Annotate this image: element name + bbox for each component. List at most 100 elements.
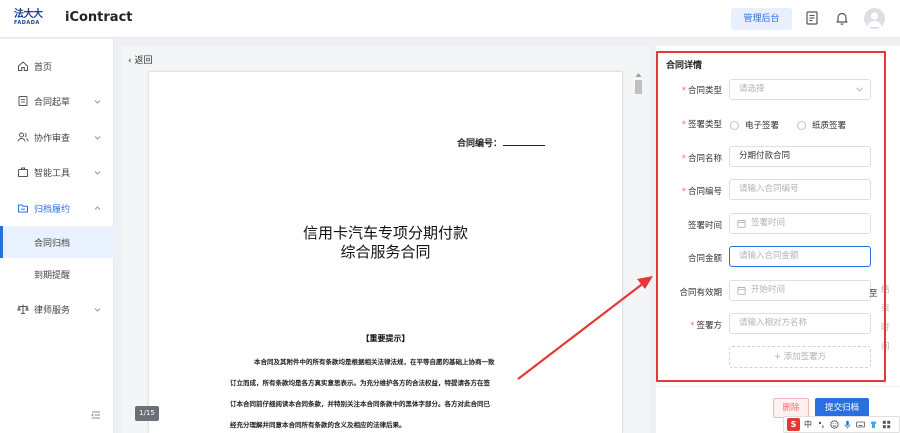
calendar-icon	[737, 287, 746, 295]
sidebar-subitem-label: 到期提醒	[34, 271, 71, 281]
contract-number-line: 合同编号：	[457, 136, 546, 149]
notice-paragraph-line: 经充分理解并同意本合同所有条款的含义及相应的法律后果。	[230, 421, 406, 429]
contract-details-panel: 合同详情 * 合同类型 请选择 * 签署类型 电子签署 纸质签署 * 合同名称 分期付…	[656, 46, 900, 433]
sign-type-paper-radio[interactable]: 纸质签署	[797, 119, 846, 131]
sidebar-item-label: 协作审查	[34, 133, 71, 144]
amount-placeholder: 请输入合同金额	[739, 251, 799, 261]
contract-number-input[interactable]: 请输入合同编号	[729, 179, 871, 200]
logo-cn: 法大大	[14, 9, 43, 20]
radio-circle[interactable]	[730, 120, 739, 130]
chevron-down-icon	[94, 307, 101, 312]
scroll-up-arrow-icon[interactable]	[635, 72, 642, 78]
ime-mode-toggle[interactable]: 中	[804, 419, 812, 430]
chevron-down-icon	[94, 99, 101, 104]
sidebar-item-label: 合同起草	[34, 97, 71, 108]
delete-button[interactable]: 删除	[773, 398, 809, 418]
back-link[interactable]: ‹ 返回	[128, 53, 153, 66]
notice-paragraph-line: 订本合同前仔细阅读本合同条款，并特别关注本合同条款中的黑体字部分。各方对此合同已	[230, 400, 490, 408]
admin-console-button[interactable]: 管理后台	[731, 8, 792, 30]
document-title-line1: 信用卡汽车专项分期付款	[302, 224, 468, 242]
contract-number-label: 合同编号：	[457, 139, 503, 149]
validity-label: 合同有效期	[679, 288, 722, 298]
sidebar-subitem-label: 合同归档	[34, 239, 71, 249]
back-label: 返回	[134, 56, 153, 66]
contract-name-input[interactable]: 分期付款合同	[729, 146, 871, 167]
sidebar-item-label: 律师服务	[34, 305, 71, 316]
add-signer-button[interactable]: + 添加签署方	[729, 346, 871, 368]
sidebar-item-label: 归档履约	[34, 204, 71, 215]
contract-number-field-label: * 合同编号	[681, 187, 722, 197]
sign-time-picker[interactable]: 签署时间	[729, 213, 871, 234]
users-icon	[17, 132, 29, 142]
contract-type-label: * 合同类型	[681, 86, 722, 96]
notice-paragraph-line: 本合同及其附件中的所有条款均是根据相关法律法规，在平等自愿的基础上协商一致	[254, 358, 495, 366]
collapse-sidebar-icon[interactable]	[91, 410, 101, 420]
calendar-icon	[737, 220, 746, 228]
contract-name-value: 分期付款合同	[739, 151, 791, 161]
toolbox-icon[interactable]	[882, 420, 891, 429]
logo-en: FADADA	[14, 20, 40, 26]
validity-separator: 至	[869, 289, 878, 299]
briefcase-icon	[18, 167, 28, 177]
notice-paragraph-line: 订立而成，所有条款均是各方真实意思表示。为充分维护各方的合法权益，特提请各方在签	[230, 379, 490, 387]
page-indicator: 1/15	[135, 406, 159, 421]
contract-type-select[interactable]: 请选择	[729, 79, 871, 100]
sign-type-electronic-radio[interactable]: 电子签署	[730, 119, 779, 131]
sign-type-radio-group: 电子签署 纸质签署	[730, 119, 864, 131]
app-title: iContract	[65, 10, 133, 25]
bell-icon[interactable]	[834, 10, 850, 26]
ime-toolbar: S 中	[783, 416, 900, 433]
scale-icon	[17, 304, 29, 314]
notice-title: 【重要提示】	[361, 334, 410, 343]
skin-icon[interactable]	[869, 420, 878, 429]
signer-input[interactable]: 请输入相对方名称	[729, 313, 871, 334]
punctuation-icon[interactable]	[817, 420, 826, 429]
ime-logo-icon[interactable]: S	[787, 418, 800, 431]
sidebar-item-home[interactable]: 首页	[0, 49, 114, 83]
sidebar-item-archive[interactable]: 归档履约	[0, 191, 114, 225]
home-icon	[18, 61, 28, 71]
fadada-logo[interactable]: 法大大 FADADA	[14, 9, 44, 29]
document-title-line2: 综合服务合同	[340, 243, 431, 261]
sidebar-item-smart-tools[interactable]: 智能工具	[0, 155, 114, 189]
signer-placeholder: 请输入相对方名称	[739, 318, 808, 328]
sidebar-subitem-contract-archive[interactable]: 合同归档	[0, 226, 114, 258]
validity-range-picker[interactable]: 开始时间 至 结束时间	[729, 280, 890, 352]
amount-input[interactable]: 请输入合同金额	[729, 246, 871, 267]
keyboard-icon[interactable]	[856, 420, 865, 429]
chevron-down-icon	[94, 170, 101, 175]
contract-number-placeholder: 请输入合同编号	[739, 184, 799, 194]
emoji-icon[interactable]	[830, 420, 839, 429]
signer-label: * 签署方	[690, 321, 722, 331]
folder-icon	[18, 204, 28, 213]
sidebar: 首页 合同起草 协作审查 智能工具 归档履约 合同归档 到期提醒 律师服务	[0, 39, 114, 433]
document-page: 合同编号： 信用卡汽车专项分期付款 综合服务合同 【重要提示】 本合同及其附件中…	[149, 72, 622, 433]
footer-divider	[656, 386, 900, 387]
submit-archive-button[interactable]: 提交归档	[815, 398, 869, 418]
user-avatar[interactable]	[864, 8, 885, 29]
validity-end-placeholder: 结束时间	[881, 285, 890, 352]
scroll-thumb[interactable]	[635, 80, 642, 94]
contract-type-placeholder: 请选择	[739, 84, 765, 94]
sign-time-placeholder: 签署时间	[751, 218, 786, 228]
sidebar-item-label: 首页	[34, 62, 53, 73]
sidebar-subitem-expiry-reminder[interactable]: 到期提醒	[0, 258, 114, 290]
document-scrollbar[interactable]	[634, 72, 643, 433]
contract-name-label: * 合同名称	[681, 154, 722, 164]
sidebar-item-label: 智能工具	[34, 168, 71, 179]
sidebar-item-contract-draft[interactable]: 合同起草	[0, 84, 114, 118]
sidebar-item-collab-review[interactable]: 协作审查	[0, 120, 114, 154]
document-icon	[18, 96, 28, 106]
radio-circle[interactable]	[797, 120, 807, 130]
microphone-icon[interactable]	[843, 420, 852, 429]
panel-title: 合同详情	[666, 61, 703, 71]
notes-icon[interactable]	[804, 10, 820, 26]
chevron-up-icon	[94, 205, 101, 210]
validity-start-placeholder: 开始时间	[751, 285, 786, 295]
sign-type-label: * 签署类型	[681, 120, 722, 130]
top-header: 法大大 FADADA iContract 管理后台	[0, 0, 900, 38]
amount-label: 合同金额	[687, 254, 722, 264]
sidebar-item-lawyer-service[interactable]: 律师服务	[0, 292, 114, 326]
document-preview: ‹ 返回 合同编号： 信用卡汽车专项分期付款 综合服务合同 【重要提示】 本合同…	[122, 46, 650, 433]
chevron-down-icon	[94, 135, 101, 140]
